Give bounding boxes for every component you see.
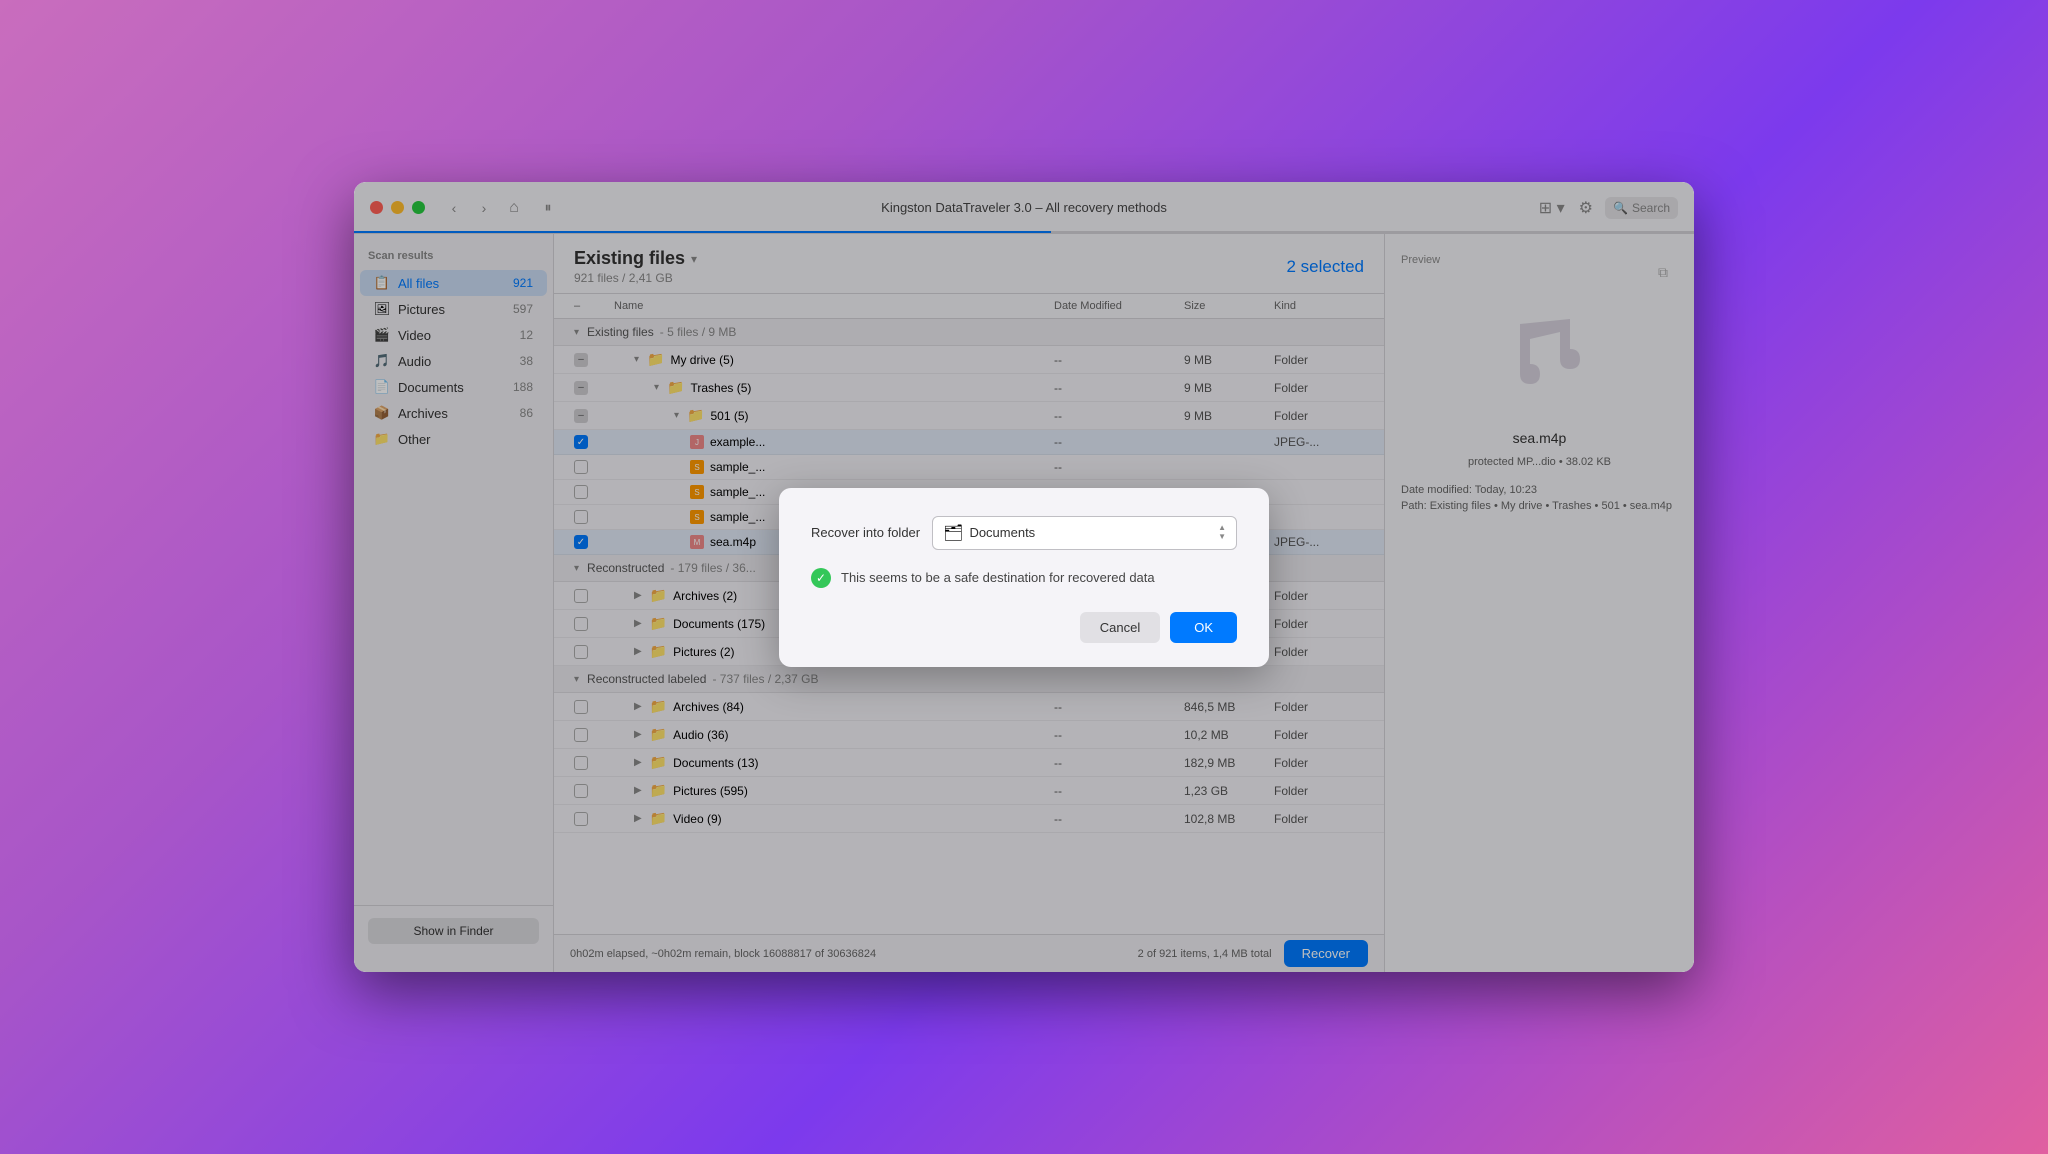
modal-status-text: This seems to be a safe destination for …: [841, 570, 1155, 585]
modal-status-row: ✓ This seems to be a safe destination fo…: [811, 568, 1237, 588]
arrow-up-icon[interactable]: ▲: [1218, 524, 1226, 532]
folder-arrows: ▲ ▼: [1218, 524, 1226, 541]
folder-selector-text: Documents: [969, 525, 1212, 540]
app-window: ‹ › ⌂ ⏸ Kingston DataTraveler 3.0 – All …: [354, 182, 1694, 972]
green-check-icon: ✓: [811, 568, 831, 588]
cancel-button[interactable]: Cancel: [1080, 612, 1160, 643]
modal-buttons: Cancel OK: [811, 612, 1237, 643]
ok-button[interactable]: OK: [1170, 612, 1237, 643]
arrow-down-icon[interactable]: ▼: [1218, 533, 1226, 541]
folder-selector[interactable]: 🗂 Documents ▲ ▼: [932, 516, 1237, 550]
modal-overlay: Recover into folder 🗂 Documents ▲ ▼ ✓ Th…: [354, 182, 1694, 972]
modal-label: Recover into folder: [811, 525, 920, 540]
modal-folder-row: Recover into folder 🗂 Documents ▲ ▼: [811, 516, 1237, 550]
folder-selector-icon: 🗂: [943, 523, 963, 543]
recover-modal: Recover into folder 🗂 Documents ▲ ▼ ✓ Th…: [779, 488, 1269, 667]
